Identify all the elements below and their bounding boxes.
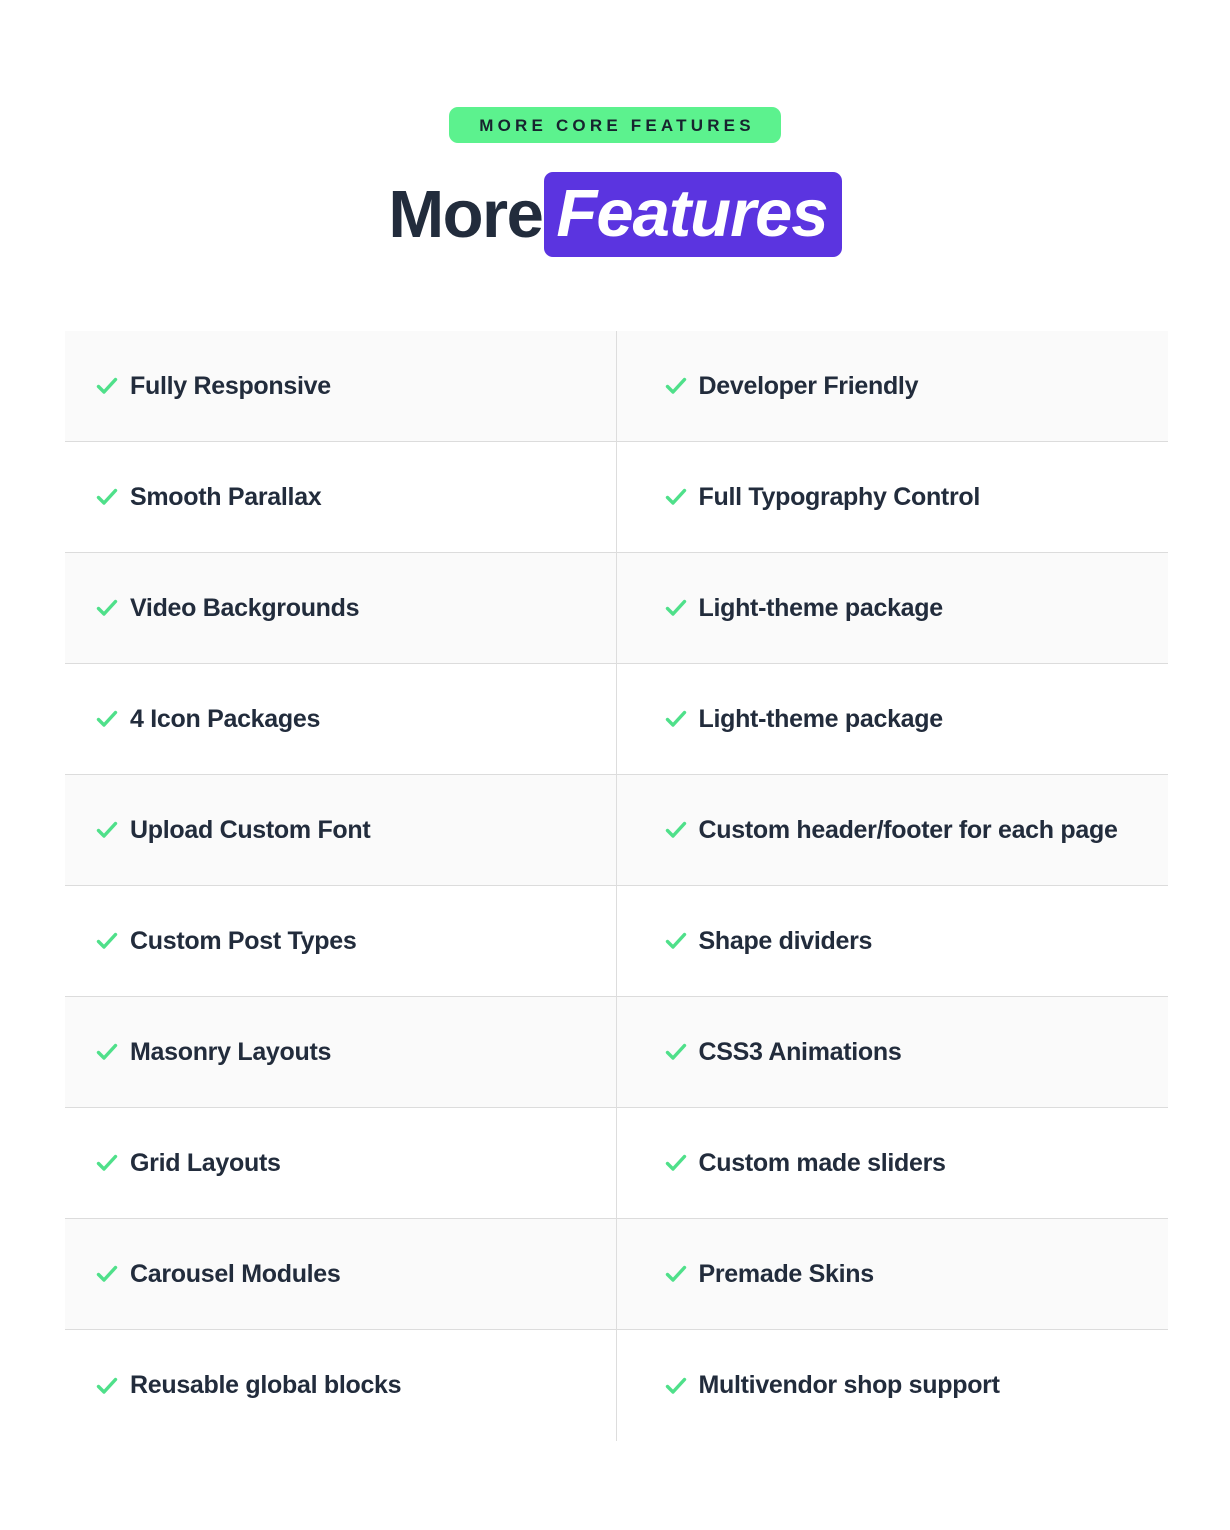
feature-label: Developer Friendly (698, 371, 919, 400)
feature-item: Shape dividers (616, 886, 1168, 997)
feature-label: Smooth Parallax (130, 482, 322, 511)
feature-item: Fully Responsive (65, 331, 616, 442)
feature-item: Carousel Modules (65, 1219, 616, 1330)
feature-item: Masonry Layouts (65, 997, 616, 1108)
feature-label: Shape dividers (698, 926, 873, 955)
check-icon (96, 486, 118, 508)
feature-label: Masonry Layouts (130, 1037, 332, 1066)
feature-label: Reusable global blocks (130, 1371, 402, 1399)
feature-item: 4 Icon Packages (65, 664, 616, 775)
feature-label: Multivendor shop support (698, 1371, 1000, 1399)
feature-item: Upload Custom Font (65, 775, 616, 886)
feature-item: Multivendor shop support (617, 1330, 1169, 1441)
check-icon (96, 1263, 118, 1285)
features-section: MORE CORE FEATURES More Features Fully Re… (0, 0, 1230, 1530)
feature-label: Light-theme package (698, 704, 944, 733)
feature-label: Full Typography Control (698, 482, 981, 511)
features-column-right: Developer Friendly Full Typography Contr… (616, 331, 1169, 1441)
feature-item: Premade Skins (616, 1219, 1168, 1330)
feature-label: CSS3 Animations (698, 1037, 902, 1066)
feature-label: Custom header/footer for each page (698, 815, 1118, 844)
feature-item: Custom made sliders (616, 1108, 1168, 1219)
check-icon (665, 1263, 687, 1285)
page-title-plain: More (388, 177, 544, 252)
check-icon (96, 930, 118, 952)
check-icon (665, 1375, 687, 1397)
feature-label: Grid Layouts (130, 1148, 281, 1177)
feature-label: Light-theme package (698, 593, 944, 622)
feature-label: Fully Responsive (130, 371, 331, 400)
feature-item: Video Backgrounds (65, 553, 616, 664)
feature-item: Smooth Parallax (65, 442, 616, 553)
feature-label: Carousel Modules (130, 1259, 341, 1288)
feature-label: Custom made sliders (698, 1148, 946, 1177)
check-icon (665, 597, 687, 619)
feature-item: Full Typography Control (616, 442, 1168, 553)
feature-item: Light-theme package (616, 664, 1168, 775)
check-icon (96, 708, 118, 730)
check-icon (96, 1375, 118, 1397)
check-icon (665, 930, 687, 952)
feature-item: Light-theme package (616, 553, 1168, 664)
check-icon (665, 819, 687, 841)
check-icon (665, 1152, 687, 1174)
section-header: MORE CORE FEATURES More Features (0, 0, 1230, 257)
page-title-highlight: Features (544, 172, 842, 257)
feature-label: Custom Post Types (130, 926, 357, 955)
feature-label: 4 Icon Packages (130, 704, 321, 733)
section-eyebrow-badge: MORE CORE FEATURES (449, 107, 781, 143)
check-icon (665, 486, 687, 508)
check-icon (96, 375, 118, 397)
feature-item: Grid Layouts (65, 1108, 616, 1219)
page-title: More Features (0, 172, 1230, 257)
features-column-left: Fully Responsive Smooth Parallax Video B… (65, 331, 617, 1441)
check-icon (665, 708, 687, 730)
feature-label: Video Backgrounds (130, 593, 360, 622)
feature-item: Custom header/footer for each page (616, 775, 1168, 886)
features-grid: Fully Responsive Smooth Parallax Video B… (65, 331, 1168, 1441)
check-icon (96, 597, 118, 619)
feature-label: Upload Custom Font (130, 815, 371, 844)
check-icon (96, 1152, 118, 1174)
feature-item: CSS3 Animations (616, 997, 1168, 1108)
feature-label: Premade Skins (698, 1259, 875, 1288)
feature-item: Custom Post Types (65, 886, 616, 997)
feature-item: Developer Friendly (616, 331, 1168, 442)
check-icon (96, 819, 118, 841)
check-icon (665, 375, 687, 397)
check-icon (96, 1041, 118, 1063)
feature-item: Reusable global blocks (65, 1330, 616, 1441)
check-icon (665, 1041, 687, 1063)
